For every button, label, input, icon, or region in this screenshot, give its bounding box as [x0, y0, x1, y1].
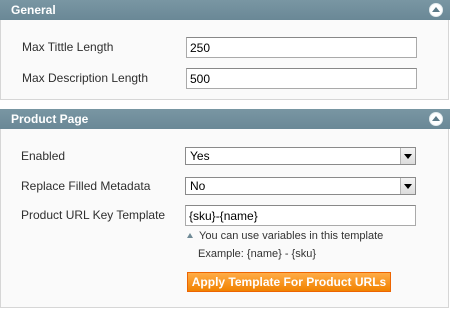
apply-template-button[interactable]: Apply Template For Product URLs	[187, 272, 391, 292]
template-note: You can use variables in this template	[187, 230, 383, 242]
replace-metadata-label: Replace Filled Metadata	[21, 179, 151, 193]
url-key-template-label: Product URL Key Template	[21, 208, 166, 222]
enabled-label: Enabled	[21, 149, 66, 163]
chevron-down-icon[interactable]	[400, 148, 415, 164]
replace-metadata-select[interactable]: No	[185, 177, 416, 195]
template-note-text: You can use variables in this template	[199, 230, 384, 242]
collapse-icon[interactable]	[429, 112, 443, 126]
url-key-template-input[interactable]: {sku}-{name}	[185, 205, 416, 226]
section-title-general: General	[11, 3, 56, 17]
section-header-general[interactable]: General	[0, 0, 450, 20]
note-arrow-icon	[187, 233, 193, 238]
max-description-length-label: Max Description Length	[22, 71, 149, 85]
replace-metadata-select-value: No	[190, 179, 206, 193]
collapse-icon[interactable]	[429, 3, 443, 17]
template-example: Example: {name} - {sku}	[198, 248, 317, 260]
section-header-product-page[interactable]: Product Page	[0, 109, 450, 129]
enabled-select[interactable]: Yes	[185, 147, 416, 165]
general-fieldset: Max Tittle Length 250 Max Description Le…	[0, 20, 449, 100]
chevron-down-icon[interactable]	[400, 178, 415, 194]
section-title-product-page: Product Page	[11, 112, 89, 126]
max-description-length-input[interactable]: 500	[186, 68, 417, 89]
enabled-select-value: Yes	[190, 149, 210, 163]
max-title-length-input[interactable]: 250	[186, 37, 417, 58]
max-title-length-label: Max Tittle Length	[22, 40, 114, 54]
